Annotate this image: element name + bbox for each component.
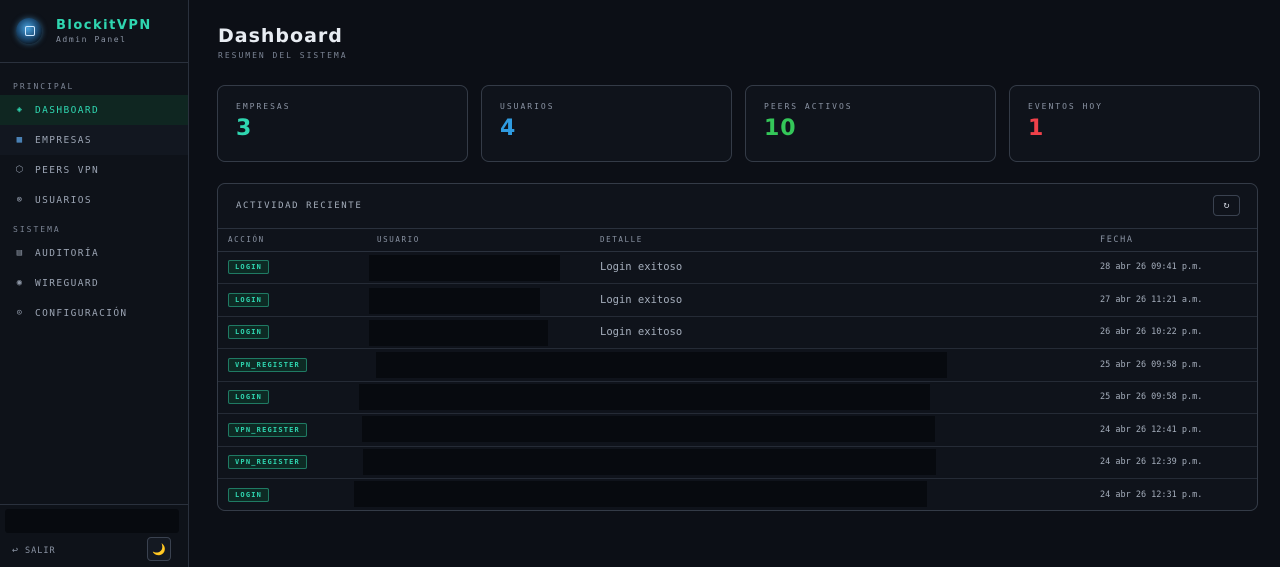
redaction-block (359, 384, 930, 410)
date-cell: 24 abr 26 12:41 p.m. (1090, 413, 1257, 447)
stat-label: EVENTOS HOY (1028, 102, 1103, 111)
column-header-detalle[interactable]: DETALLE (590, 229, 1090, 252)
date-cell: 28 abr 26 09:41 p.m. (1090, 251, 1257, 284)
nav-section-sistema: SISTEMA (13, 225, 61, 234)
sidebar-item-auditoria[interactable]: ▤ AUDITORÍA (0, 238, 188, 268)
list-icon: ▤ (16, 248, 24, 258)
brand-subtitle: Admin Panel (56, 35, 127, 44)
sidebar-item-peers-vpn[interactable]: ⬡ PEERS VPN (0, 155, 188, 185)
stat-value: 10 (764, 116, 797, 141)
stat-card-empresas: EMPRESAS 3 (217, 85, 468, 162)
stats-row: EMPRESAS 3 USUARIOS 4 PEERS ACTIVOS 10 E… (217, 85, 1260, 162)
date-cell: 25 abr 26 09:58 p.m. (1090, 348, 1257, 382)
theme-toggle-button[interactable]: 🌙 (147, 537, 171, 561)
detail-cell: Login exitoso (590, 316, 1090, 349)
logout-icon: ↩ (12, 545, 20, 556)
diamond-icon: ◈ (16, 105, 24, 115)
action-badge: LOGIN (228, 292, 270, 307)
action-badge: VPN_REGISTER (228, 455, 307, 470)
sidebar-item-label: EMPRESAS (35, 134, 92, 146)
date-cell: 25 abr 26 09:58 p.m. (1090, 381, 1257, 414)
moon-icon: 🌙 (152, 542, 166, 556)
sidebar-item-label: CONFIGURACIÓN (35, 307, 128, 319)
redaction-block (369, 288, 540, 314)
stat-card-eventos-hoy: EVENTOS HOY 1 (1009, 85, 1260, 162)
date-cell: 24 abr 26 12:39 p.m. (1090, 446, 1257, 479)
sidebar-item-configuracion[interactable]: ⊙ CONFIGURACIÓN (0, 298, 188, 328)
brand[interactable]: BlockitVPN Admin Panel (0, 0, 188, 63)
logout-button[interactable]: ↩ SALIR (12, 545, 56, 556)
shield-icon: ⬡ (15, 165, 25, 175)
action-badge: VPN_REGISTER (228, 422, 307, 437)
stat-label: PEERS ACTIVOS (764, 102, 853, 111)
date-cell: 24 abr 26 12:31 p.m. (1100, 490, 1203, 500)
sidebar-item-label: DASHBOARD (35, 104, 100, 116)
action-badge: LOGIN (228, 260, 270, 275)
column-header-fecha[interactable]: FECHA (1090, 229, 1257, 252)
action-badge: LOGIN (228, 390, 270, 405)
detail-cell: Login exitoso (590, 283, 1090, 317)
redaction-block (369, 320, 548, 346)
sidebar-item-label: AUDITORÍA (35, 247, 100, 259)
stat-value: 4 (500, 116, 517, 141)
gear-icon: ⊙ (16, 308, 24, 318)
redaction-block (363, 449, 936, 475)
sidebar-item-empresas[interactable]: ▦ EMPRESAS (0, 125, 188, 155)
sidebar-item-wireguard[interactable]: ◉ WIREGUARD (0, 268, 188, 298)
detail-cell: Login exitoso (590, 251, 1090, 284)
redaction-block (369, 255, 560, 281)
main-content: Dashboard RESUMEN DEL SISTEMA EMPRESAS 3… (190, 0, 1280, 567)
stat-value: 3 (236, 116, 253, 141)
sidebar-item-usuarios[interactable]: ⊗ USUARIOS (0, 185, 188, 215)
date-cell: 26 abr 26 10:22 p.m. (1090, 316, 1257, 349)
stat-card-peers-activos: PEERS ACTIVOS 10 (745, 85, 996, 162)
target-icon: ◉ (16, 278, 24, 288)
nav-section-principal: PRINCIPAL (13, 82, 75, 91)
panel-title: ACTIVIDAD RECIENTE (236, 201, 363, 211)
action-badge: VPN_REGISTER (228, 357, 307, 372)
date-cell: 27 abr 26 11:21 a.m. (1090, 283, 1257, 317)
sidebar: BlockitVPN Admin Panel PRINCIPAL ◈ DASHB… (0, 0, 189, 567)
user-info-redacted (5, 509, 179, 533)
recent-activity-panel: ACTIVIDAD RECIENTE ↻ ACCIÓN USUARIO DETA… (217, 183, 1258, 511)
sidebar-item-label: WIREGUARD (35, 277, 100, 289)
column-header-accion[interactable]: ACCIÓN (218, 229, 367, 252)
action-badge: LOGIN (228, 488, 270, 502)
sidebar-footer: ↩ SALIR 🌙 (0, 504, 189, 567)
refresh-button[interactable]: ↻ (1213, 195, 1240, 216)
sidebar-item-dashboard[interactable]: ◈ DASHBOARD (0, 95, 188, 125)
logo-icon (16, 18, 42, 44)
stat-card-usuarios: USUARIOS 4 (481, 85, 732, 162)
redaction-block (376, 352, 947, 378)
stat-value: 1 (1028, 116, 1045, 141)
stat-label: EMPRESAS (236, 102, 291, 111)
action-badge: LOGIN (228, 325, 270, 340)
sidebar-item-label: PEERS VPN (35, 164, 100, 176)
brand-title: BlockitVPN (56, 18, 152, 33)
logout-label: SALIR (25, 545, 56, 556)
redaction-block (362, 416, 935, 442)
building-icon: ▦ (16, 135, 24, 145)
page-title: Dashboard (218, 25, 343, 47)
sidebar-item-label: USUARIOS (35, 194, 92, 206)
stat-label: USUARIOS (500, 102, 555, 111)
column-header-usuario[interactable]: USUARIO (367, 229, 590, 252)
page-subtitle: RESUMEN DEL SISTEMA (218, 51, 348, 60)
refresh-icon: ↻ (1223, 200, 1230, 211)
table-header-row: ACCIÓN USUARIO DETALLE FECHA (218, 229, 1257, 252)
users-icon: ⊗ (16, 195, 24, 205)
panel-header: ACTIVIDAD RECIENTE ↻ (218, 184, 1257, 229)
redaction-block (354, 481, 927, 507)
